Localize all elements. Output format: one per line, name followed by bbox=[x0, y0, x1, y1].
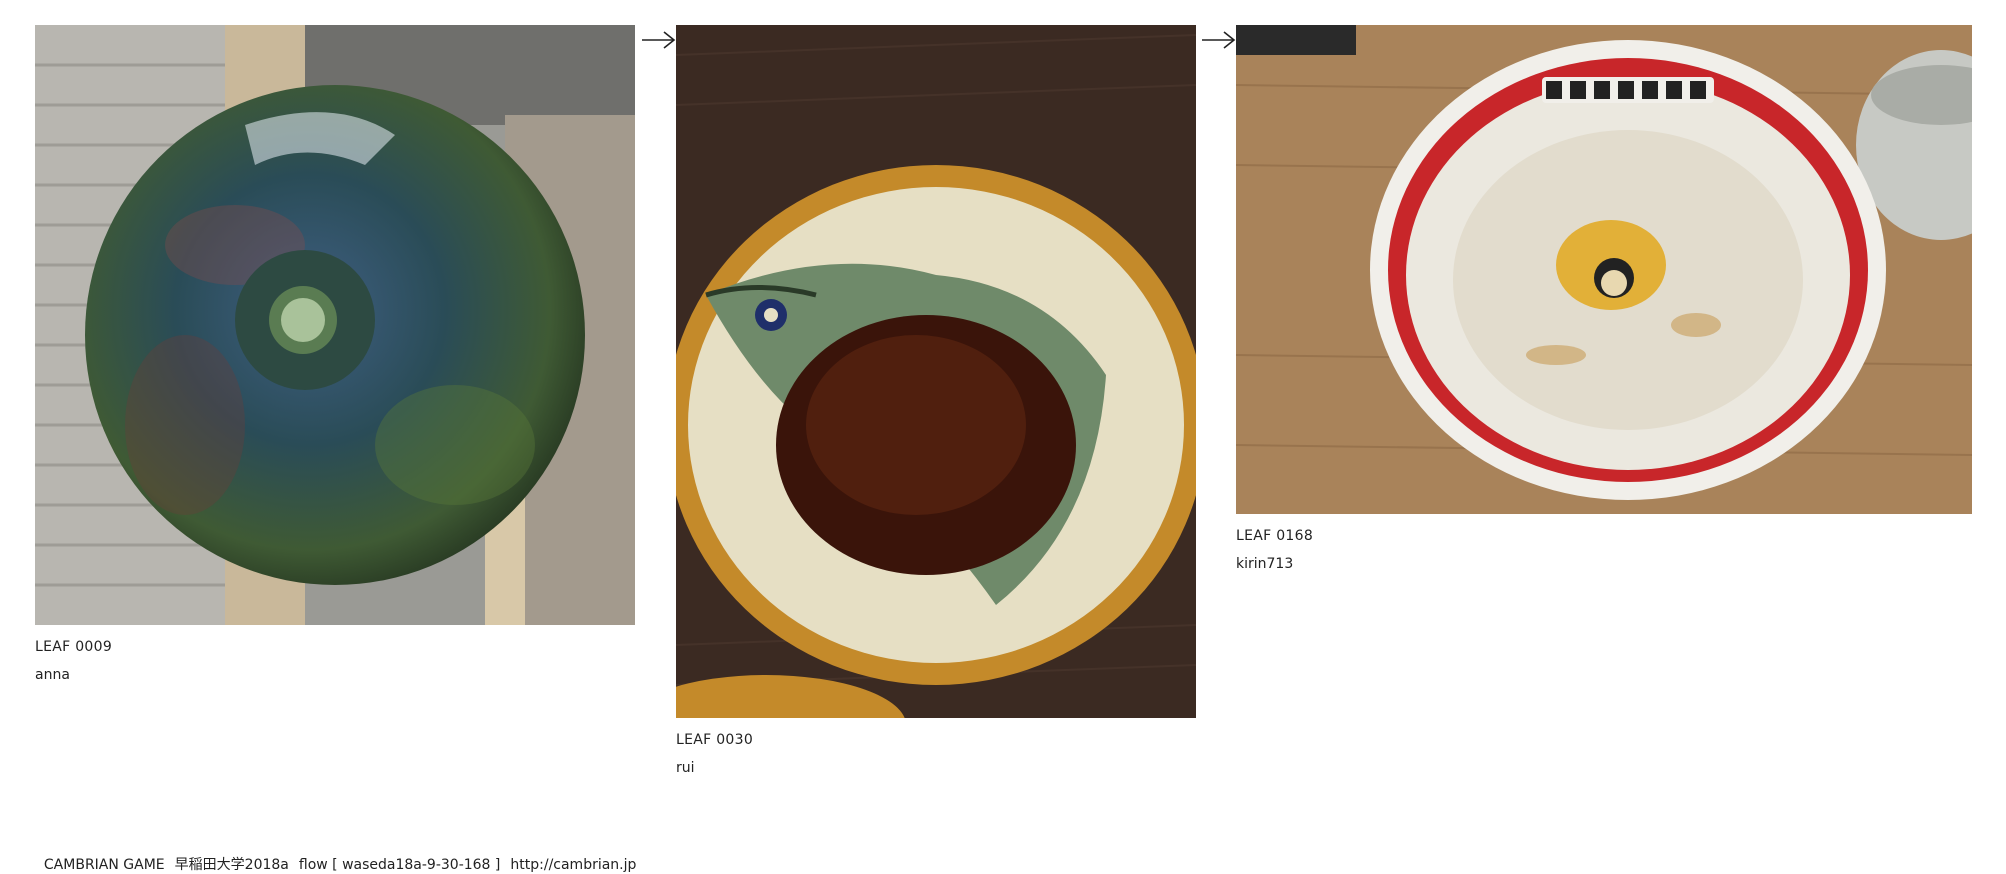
leaf-author[interactable]: rui bbox=[676, 758, 1196, 778]
footer-flow: flow [ waseda18a-9-30-168 ] bbox=[298, 857, 501, 873]
glazed-vase-top-view-photo bbox=[35, 25, 635, 625]
ramen-bowl-photo bbox=[1236, 25, 1972, 514]
leaf-author[interactable]: kirin713 bbox=[1236, 554, 1972, 574]
leaf-card: LEAF 0030 rui bbox=[676, 25, 1196, 778]
leaf-photo[interactable] bbox=[676, 25, 1196, 718]
footer: CAMBRIAN GAME 早稲田大学2018a flow [ waseda18a-… bbox=[35, 838, 646, 874]
footer-brand: CAMBRIAN GAME bbox=[43, 857, 165, 873]
leaf-author[interactable]: anna bbox=[35, 665, 635, 685]
leaf-card: LEAF 0168 kirin713 bbox=[1236, 25, 1972, 574]
leaf-id[interactable]: LEAF 0168 bbox=[1236, 526, 1972, 546]
leaf-id[interactable]: LEAF 0009 bbox=[35, 637, 635, 657]
leaf-card: LEAF 0009 anna bbox=[35, 25, 635, 685]
footer-session: 早稲田大学2018a bbox=[174, 857, 289, 873]
leaf-photo[interactable] bbox=[1236, 25, 1972, 514]
fish-painted-plate-photo bbox=[676, 25, 1196, 718]
leaf-id[interactable]: LEAF 0030 bbox=[676, 730, 1196, 750]
leaf-photo[interactable] bbox=[35, 25, 635, 625]
footer-url-link[interactable]: http://cambrian.jp bbox=[510, 857, 636, 873]
arrow-right-icon bbox=[1202, 31, 1236, 49]
arrow-right-icon bbox=[642, 31, 676, 49]
